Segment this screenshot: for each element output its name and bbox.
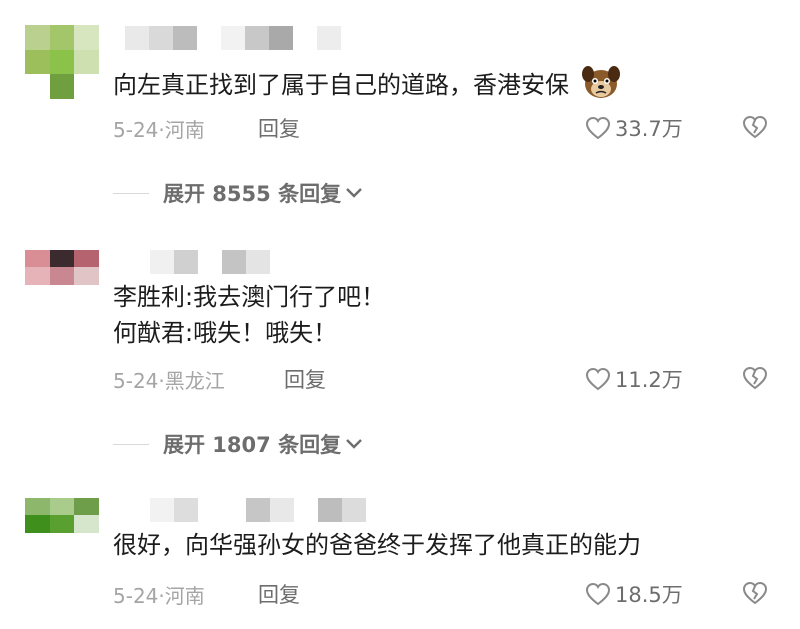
avatar-pixel: [25, 515, 50, 533]
broken-heart-icon: [742, 581, 768, 605]
avatar-pixel: [74, 498, 99, 516]
expand-replies-label: 展开 8555 条回复: [163, 182, 342, 206]
avatar-pixel: [49, 267, 75, 285]
avatar-pixel: [25, 267, 50, 285]
reply-button[interactable]: 回复: [258, 113, 300, 143]
comment-date-location: 5-24·黑龙江: [113, 369, 225, 393]
avatar-pixel: [25, 25, 50, 50]
comment-text-line: 很好，向华强孙女的爸爸终于发挥了他真正的能力: [113, 531, 641, 559]
comment-date-location: 5-24·河南: [113, 584, 205, 608]
heart-icon: [585, 367, 611, 391]
divider: [113, 443, 149, 445]
avatar-pixel: [74, 515, 99, 533]
like-button[interactable]: 33.7万: [585, 113, 683, 143]
comment-text-line: 向左真正找到了属于自己的道路，香港安保: [113, 71, 569, 99]
avatar-pixel: [74, 74, 99, 99]
reply-button[interactable]: 回复: [258, 579, 300, 609]
avatar-pixel: [25, 49, 50, 75]
heart-icon: [585, 116, 611, 140]
comment-date-location: 5-24·河南: [113, 118, 205, 142]
username-blurred[interactable]: [125, 26, 341, 52]
avatar-pixel: [74, 49, 99, 75]
broken-heart-icon: [742, 366, 768, 390]
dislike-button[interactable]: [742, 366, 768, 394]
avatar-pixel: [49, 515, 75, 533]
avatar-pixel: [74, 267, 99, 285]
like-count: 18.5万: [615, 583, 683, 607]
divider: [113, 192, 149, 194]
dislike-button[interactable]: [742, 581, 768, 609]
expand-replies-label: 展开 1807 条回复: [163, 433, 342, 457]
comment-text: 向左真正找到了属于自己的道路，香港安保: [113, 64, 621, 108]
comment-text-line: 何猷君:哦失！哦失！: [113, 319, 338, 347]
avatar-pixel: [49, 498, 75, 516]
username-blurred[interactable]: [150, 250, 270, 276]
avatar-pixel: [25, 250, 50, 268]
expand-replies-button[interactable]: 展开 8555 条回复: [113, 178, 363, 208]
username-blurred[interactable]: [150, 498, 366, 524]
chevron-down-icon: [346, 188, 362, 198]
expand-replies-button[interactable]: 展开 1807 条回复: [113, 429, 363, 459]
like-button[interactable]: 11.2万: [585, 364, 683, 394]
avatar[interactable]: [25, 25, 99, 99]
like-count: 11.2万: [615, 368, 683, 392]
comment-text-line: 李胜利:我去澳门行了吧！: [113, 283, 386, 311]
avatar-pixel: [25, 74, 50, 99]
avatar-pixel: [74, 25, 99, 50]
avatar-pixel: [25, 498, 50, 516]
broken-heart-icon: [742, 115, 768, 139]
dislike-button[interactable]: [742, 115, 768, 143]
avatar-pixel: [49, 74, 75, 99]
reply-button[interactable]: 回复: [284, 364, 326, 394]
like-count: 33.7万: [615, 117, 683, 141]
avatar-pixel: [49, 25, 75, 50]
like-button[interactable]: 18.5万: [585, 579, 683, 609]
avatar-pixel: [49, 49, 75, 75]
avatar[interactable]: [25, 498, 99, 550]
avatar-pixel: [74, 250, 99, 268]
chevron-down-icon: [346, 439, 362, 449]
heart-icon: [585, 582, 611, 606]
dog-emoji-icon: [581, 64, 621, 108]
avatar-pixel: [49, 250, 75, 268]
avatar[interactable]: [25, 250, 99, 302]
